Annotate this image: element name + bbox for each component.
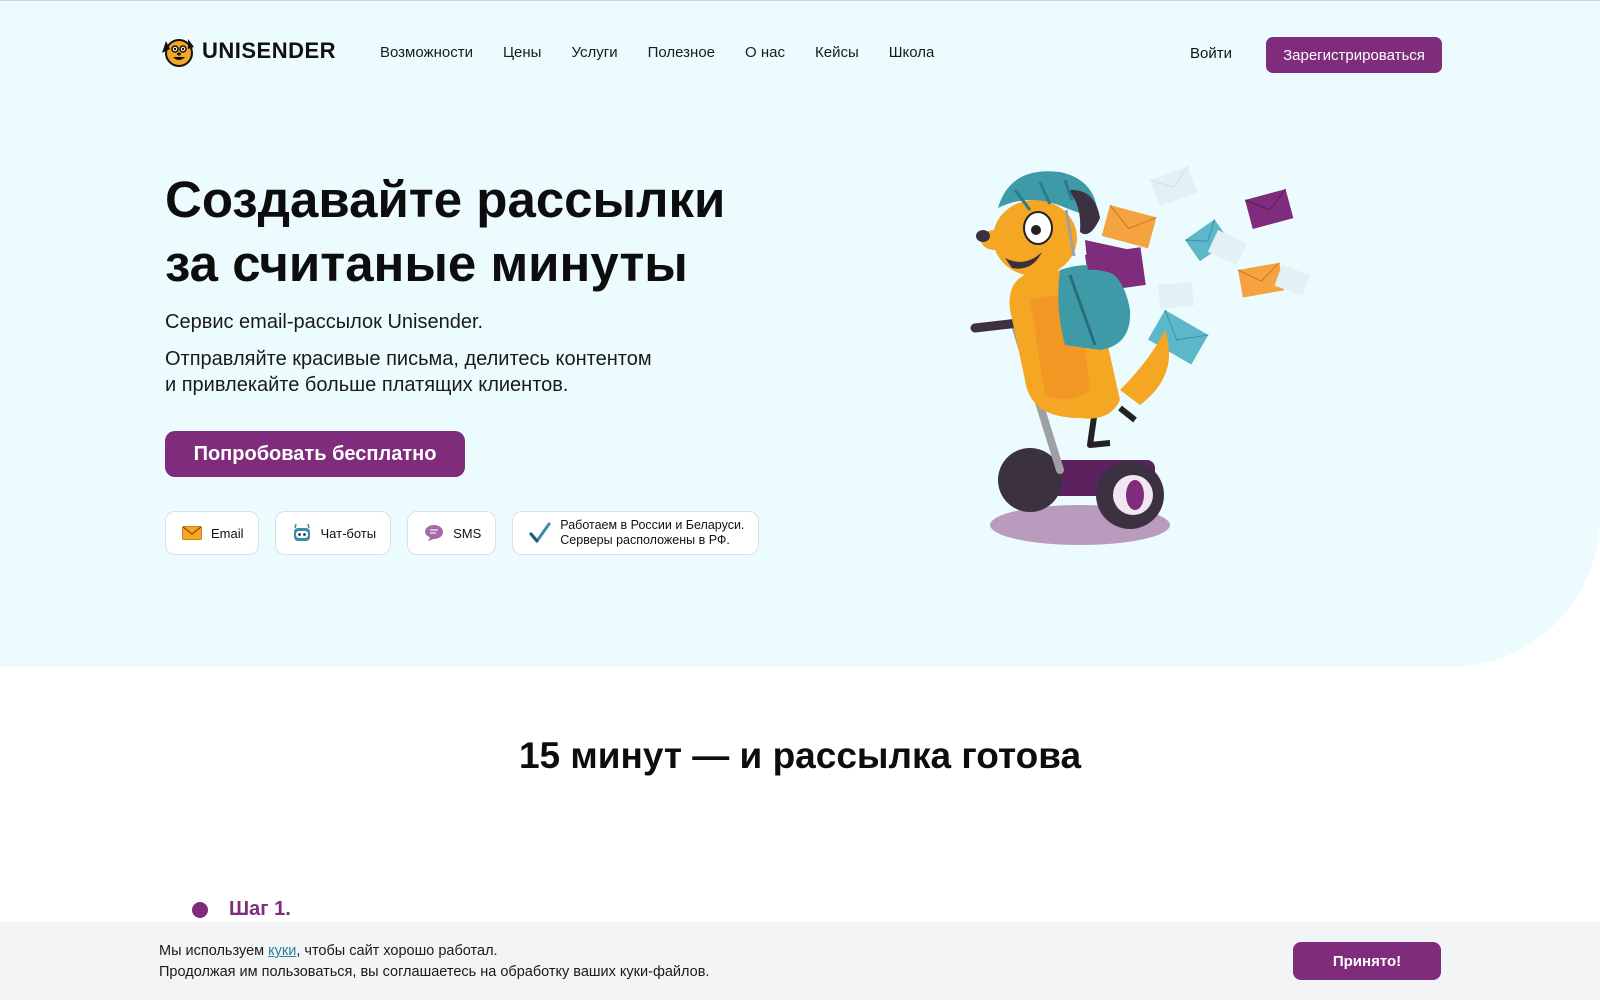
cookie-link[interactable]: куки [268,943,296,959]
cookie-banner: Мы используем куки, чтобы сайт хорошо ра… [0,922,1600,1000]
cookie-text-before: Мы используем [159,943,269,959]
region-note-line-1: Работаем в России и Беларуси. [560,518,745,532]
hero-subtitle: Сервис email-рассылок Unisender. [165,311,484,333]
chat-bubble-icon [425,525,444,541]
region-note-line-2: Серверы расположены в РФ. [560,533,730,547]
chip-sms-label: SMS [453,525,482,541]
dog-on-segway-illustration [970,166,1311,545]
envelope-icon [182,526,202,540]
robot-icon [293,524,310,541]
site-header: UNISENDER Возможности Цены Услуги Полезн… [0,0,1600,110]
logo[interactable]: UNISENDER [158,33,336,69]
hero-description-line-2: и привлекайте больше платящих клиентов. [165,374,569,396]
cookie-text: Мы используем куки, чтобы сайт хорошо ра… [159,941,709,983]
chip-chatbots[interactable]: Чат-боты [274,511,392,555]
section-title: 15 минут — и рассылка готова [518,735,1082,776]
logo-text: UNISENDER [202,38,337,63]
nav-item-about[interactable]: О нас [745,44,785,61]
chip-chatbots-label: Чат-боты [320,525,377,541]
hero-title: Создавайте рассылки за считаные минуты [165,168,785,296]
cookie-accept-button[interactable]: Принято! [1293,942,1441,980]
register-button[interactable]: Зарегистрироваться [1266,37,1442,73]
hero-title-line-2: за считаные минуты [165,235,688,292]
nav-item-useful[interactable]: Полезное [648,44,715,61]
hero-description: Отправляйте красивые письма, делитесь ко… [165,346,652,398]
main-nav: Возможности Цены Услуги Полезное О нас К… [380,44,964,61]
step-bullet-icon [192,901,208,918]
dog-mascot-icon [162,39,194,67]
chip-email[interactable]: Email [165,511,259,555]
try-free-button[interactable]: Попробовать бесплатно [165,431,465,477]
cookie-line-2: Продолжая им пользоваться, вы соглашаете… [159,964,710,980]
step-1: Шаг 1. [192,898,291,921]
nav-item-features[interactable]: Возможности [380,44,473,61]
login-link[interactable]: Войти [1190,45,1232,62]
nav-item-services[interactable]: Услуги [571,44,617,61]
chip-email-label: Email [211,525,244,541]
checkmark-icon [529,522,551,543]
hero-title-line-1: Создавайте рассылки [165,171,726,228]
nav-item-cases[interactable]: Кейсы [815,44,859,61]
nav-item-school[interactable]: Школа [889,44,935,61]
step-label: Шаг 1. [229,898,291,920]
cookie-text-after: , чтобы сайт хорошо работал. [296,943,498,959]
cookie-line-1: Мы используем куки, чтобы сайт хорошо ра… [159,941,709,962]
chip-region-note: Работаем в России и Беларуси. Серверы ра… [512,511,760,555]
chip-sms[interactable]: SMS [407,511,497,555]
feature-chips: Email Чат-боты SMS Работаем в России и Б… [165,511,775,555]
hero-description-line-1: Отправляйте красивые письма, делитесь ко… [165,348,652,370]
nav-item-prices[interactable]: Цены [503,44,542,61]
